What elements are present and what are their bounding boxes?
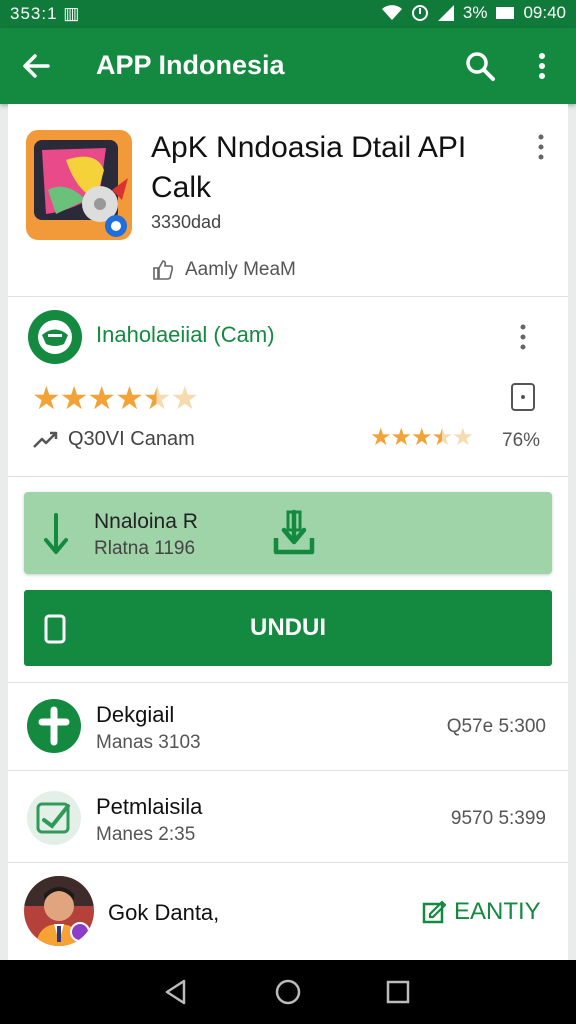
- author-name: Gok Danta,: [108, 900, 220, 925]
- install-button[interactable]: UNDUI: [24, 590, 552, 666]
- download-box-subtitle: Rlatna 1196: [94, 538, 196, 559]
- list-item-value: Q57e 5:300: [446, 716, 546, 737]
- download-arrow-icon: [44, 513, 68, 554]
- app-subtitle: 3330dad: [151, 212, 222, 232]
- rating-info-text: Q30VI Canam: [68, 428, 195, 450]
- battery-icon: [496, 7, 515, 19]
- rating-info: Q30VI Canam: [32, 428, 195, 451]
- developer-logo[interactable]: [28, 310, 82, 364]
- divider: [8, 862, 568, 863]
- status-bar: 353:1 ▥ 3% 09:40: [0, 0, 576, 28]
- developer-name[interactable]: Inaholaeiial (Cam): [96, 322, 275, 348]
- alert-icon: [411, 5, 428, 21]
- share-icon: [33, 431, 58, 448]
- developer-more-icon[interactable]: [518, 324, 528, 350]
- plus-badge-icon: [27, 699, 81, 753]
- list-item[interactable]: Dekgiail Manas 3103 Q57e 5:300: [8, 682, 568, 770]
- tablet-icon[interactable]: [510, 382, 536, 412]
- star-icon: ★: [431, 424, 453, 451]
- list-item[interactable]: Petmlaisila Manes 2:35 9570 5:399: [8, 774, 568, 862]
- search-icon[interactable]: [464, 50, 496, 82]
- status-right: 3% 09:40: [381, 3, 566, 23]
- app-bar-title: APP Indonesia: [96, 50, 285, 80]
- list-item-subtitle: Manes 2:35: [96, 824, 196, 845]
- home-icon[interactable]: [274, 978, 302, 1006]
- system-nav-bar: [0, 960, 576, 1024]
- back-arrow-icon[interactable]: [20, 50, 52, 82]
- star-icon: ★: [115, 380, 144, 416]
- entry-button[interactable]: EANTIY: [422, 898, 541, 926]
- edit-icon: [422, 900, 446, 924]
- download-icon[interactable]: [272, 508, 316, 556]
- signal-icon: [437, 5, 454, 21]
- star-icon: ★: [170, 380, 199, 416]
- app-icon[interactable]: [26, 130, 132, 240]
- list-item-title: Dekgiail: [96, 702, 175, 727]
- list-item-title: Petmlaisila: [96, 794, 203, 819]
- status-time: 09:40: [523, 3, 566, 22]
- app-meta: Aamly MeaM: [151, 258, 296, 282]
- star-icon: ★: [59, 380, 89, 416]
- entry-label: EANTIY: [454, 898, 541, 925]
- avatar[interactable]: [24, 876, 94, 946]
- thumb-up-icon: [153, 260, 174, 280]
- divider: [8, 296, 568, 297]
- install-button-label: UNDUI: [250, 614, 326, 641]
- battery-percent: 3%: [462, 3, 488, 22]
- star-icon: ★: [370, 424, 391, 451]
- rating-stars: ★★★★★★: [32, 380, 199, 416]
- edit-badge-icon: [27, 791, 81, 845]
- status-left-text: 353:1 ▥: [10, 4, 81, 23]
- app-more-icon[interactable]: [536, 134, 546, 160]
- wifi-icon: [381, 5, 402, 20]
- app-bar: APP Indonesia: [0, 28, 576, 104]
- recents-icon[interactable]: [384, 978, 412, 1006]
- app-meta-text: Aamly MeaM: [185, 259, 296, 280]
- list-item-value: 9570 5:399: [450, 808, 546, 829]
- star-icon: ★: [87, 380, 116, 416]
- divider: [8, 770, 568, 771]
- star-icon: ★: [452, 424, 473, 451]
- download-box-title: Nnaloina R: [94, 510, 198, 533]
- star-icon: ★: [411, 424, 432, 451]
- more-vert-icon[interactable]: [530, 50, 554, 82]
- rating-percent: 76%: [502, 430, 541, 451]
- divider: [8, 476, 568, 477]
- rating-stars-small: ★★★★★: [370, 424, 474, 451]
- star-icon: ★: [32, 380, 61, 416]
- download-info-box[interactable]: Nnaloina R Rlatna 1196: [24, 492, 552, 574]
- back-nav-icon[interactable]: [162, 978, 190, 1006]
- star-icon: ★: [142, 380, 172, 416]
- app-detail-card: ApK Nndoasia Dtail API Calk 3330dad Aaml…: [8, 104, 568, 960]
- app-title: ApK Nndoasia Dtail API Calk: [151, 131, 467, 204]
- list-item-subtitle: Manas 3103: [96, 732, 201, 753]
- star-icon: ★: [390, 424, 412, 451]
